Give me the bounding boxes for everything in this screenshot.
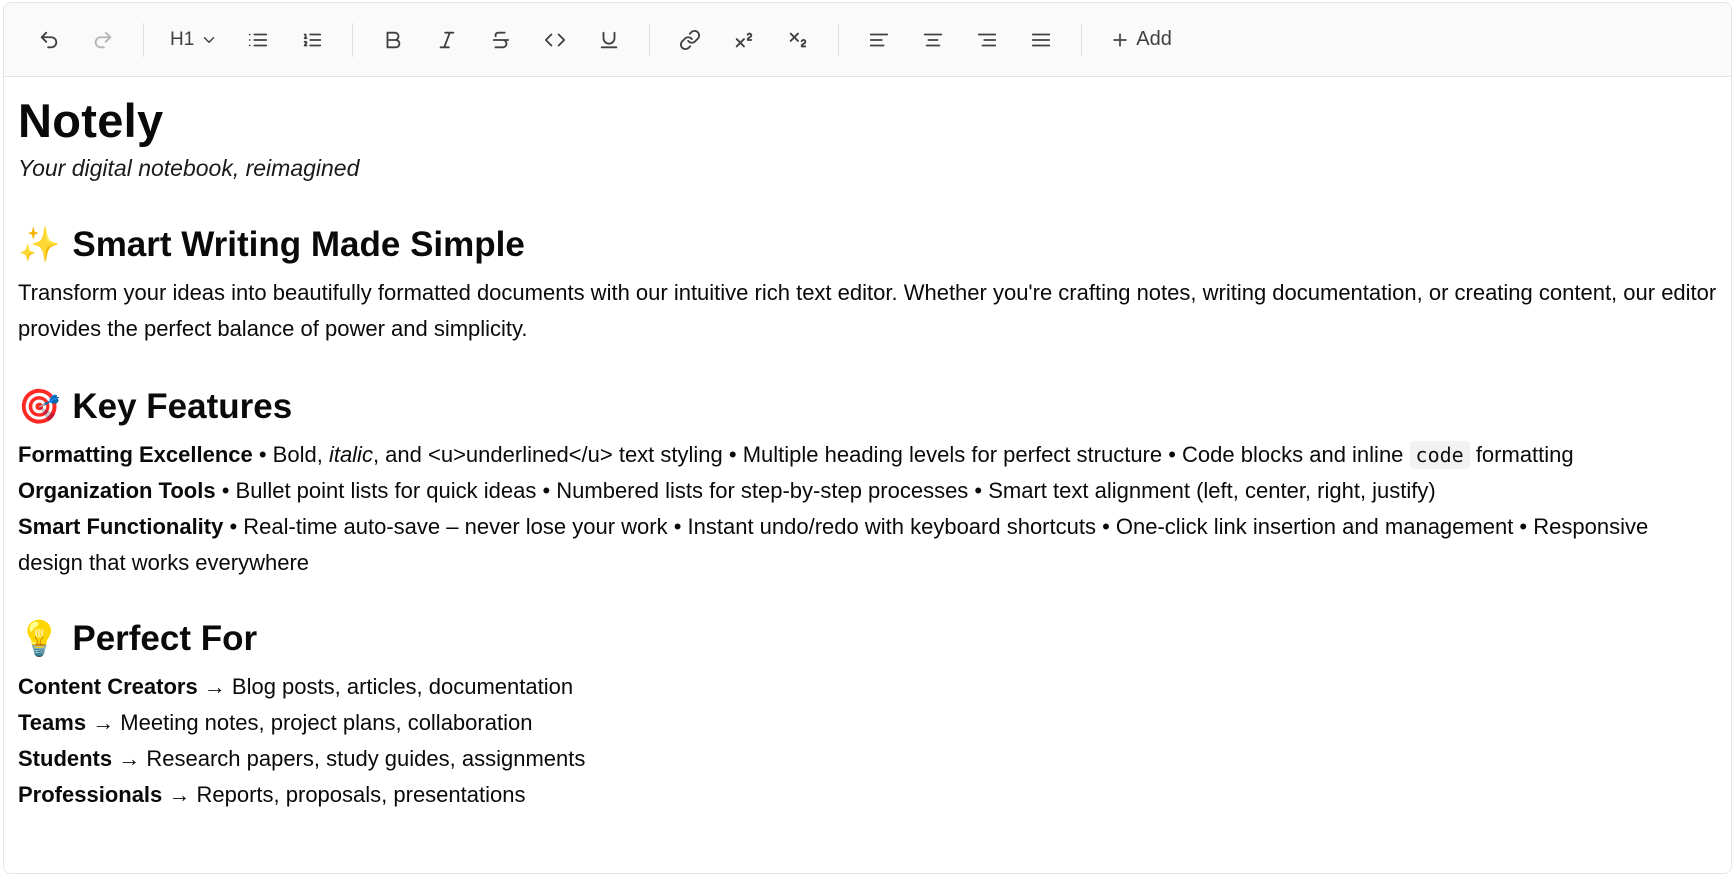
section-key-features: 🎯 Key Features Formatting Excellence • B… [18, 383, 1717, 581]
sparkles-icon: ✨ [18, 226, 61, 264]
audience-text: → Research papers, study guides, assignm… [112, 746, 586, 771]
subscript-icon [790, 32, 807, 47]
page-title: Notely [18, 94, 164, 147]
audience-label: Professionals [18, 782, 163, 807]
heading-level-value: H1 [170, 28, 195, 50]
numbered-list-button[interactable] [292, 20, 332, 60]
feature-label: Organization Tools [18, 478, 216, 503]
audience-label: Content Creators [18, 674, 198, 699]
target-icon: 🎯 [18, 388, 61, 426]
add-button-label: Add [1136, 28, 1172, 50]
align-left-button[interactable] [859, 20, 899, 60]
feature-formatting: Formatting Excellence • Bold, italic, an… [18, 437, 1717, 473]
align-right-icon [978, 33, 997, 46]
section-smart-writing: ✨ Smart Writing Made Simple Transform yo… [18, 221, 1717, 347]
align-right-button[interactable] [967, 20, 1007, 60]
add-button[interactable]: Add [1102, 20, 1180, 60]
italic-icon [439, 31, 455, 48]
list-item: Professionals → Reports, proposals, pres… [18, 777, 1717, 813]
inline-code: code [1409, 441, 1470, 469]
plus-icon [1113, 32, 1127, 47]
italic-button[interactable] [427, 20, 467, 60]
feature-organization: Organization Tools • Bullet point lists … [18, 473, 1717, 509]
bold-icon [386, 31, 401, 48]
feature-text: formatting [1469, 442, 1574, 467]
section-heading: 🎯 Key Features [18, 383, 1717, 431]
feature-label: Formatting Excellence [18, 442, 253, 467]
undo-icon [40, 31, 58, 48]
toolbar-divider [1081, 22, 1083, 57]
section-perfect-for: 💡 Perfect For Content Creators → Blog po… [18, 615, 1717, 813]
audience-label: Teams [18, 710, 87, 735]
chevron-down-icon [204, 36, 215, 43]
underline-icon [601, 31, 618, 48]
section-paragraph: Transform your ideas into beautifully fo… [18, 280, 1717, 341]
strikethrough-icon [493, 31, 510, 48]
heading-level-dropdown[interactable]: H1 [164, 20, 224, 60]
redo-button[interactable] [83, 20, 123, 60]
feature-text: , and <u>underlined</u> text styling • M… [372, 442, 1410, 467]
feature-text: • Bullet point lists for quick ideas • N… [215, 478, 1436, 503]
underline-button[interactable] [589, 20, 629, 60]
redo-icon [94, 31, 112, 48]
subscript-button[interactable] [778, 20, 818, 60]
toolbar-divider [143, 22, 144, 57]
editor-toolbar: H1 Add [4, 3, 1731, 77]
align-center-button[interactable] [913, 20, 953, 60]
align-left-icon [870, 33, 889, 46]
italic-text: italic [328, 442, 373, 467]
superscript-icon [736, 32, 753, 47]
link-button[interactable] [670, 20, 710, 60]
align-justify-icon [1032, 33, 1051, 46]
bullet-list-icon [249, 33, 268, 46]
section-heading-text: Perfect For [72, 619, 258, 658]
bullet-list-button[interactable] [238, 20, 278, 60]
section-heading-text: Key Features [72, 387, 293, 426]
strikethrough-button[interactable] [481, 20, 521, 60]
align-center-icon [924, 33, 943, 46]
numbered-list-icon [304, 33, 322, 46]
code-button[interactable] [535, 20, 575, 60]
toolbar-divider [649, 22, 651, 57]
undo-button[interactable] [29, 20, 69, 60]
toolbar-divider [352, 22, 354, 57]
section-heading: 💡 Perfect For [18, 615, 1717, 663]
page-subtitle: Your digital notebook, reimagined [18, 155, 360, 181]
editor-content[interactable]: Notely Your digital notebook, reimagined… [4, 91, 1731, 813]
bold-button[interactable] [373, 20, 413, 60]
audience-text: → Meeting notes, project plans, collabor… [86, 710, 533, 735]
feature-text: • Bold, [252, 442, 329, 467]
section-heading: ✨ Smart Writing Made Simple [18, 221, 1717, 269]
list-item: Students → Research papers, study guides… [18, 741, 1717, 777]
lightbulb-icon: 💡 [18, 620, 61, 658]
superscript-button[interactable] [724, 20, 764, 60]
list-item: Content Creators → Blog posts, articles,… [18, 669, 1717, 705]
list-item: Teams → Meeting notes, project plans, co… [18, 705, 1717, 741]
feature-label: Smart Functionality [18, 514, 224, 539]
rich-text-editor: H1 Add Notely Your digital notebook, rei… [3, 2, 1732, 874]
audience-text: → Blog posts, articles, documentation [197, 674, 574, 699]
section-heading-text: Smart Writing Made Simple [72, 225, 525, 264]
audience-text: → Reports, proposals, presentations [162, 782, 526, 807]
feature-functionality: Smart Functionality • Real-time auto-sav… [18, 509, 1717, 581]
audience-label: Students [18, 746, 113, 771]
link-icon [680, 29, 701, 50]
code-icon [545, 33, 566, 46]
align-justify-button[interactable] [1021, 20, 1061, 60]
feature-text: • Real-time auto-save – never lose your … [18, 514, 1649, 575]
toolbar-divider [838, 22, 840, 57]
